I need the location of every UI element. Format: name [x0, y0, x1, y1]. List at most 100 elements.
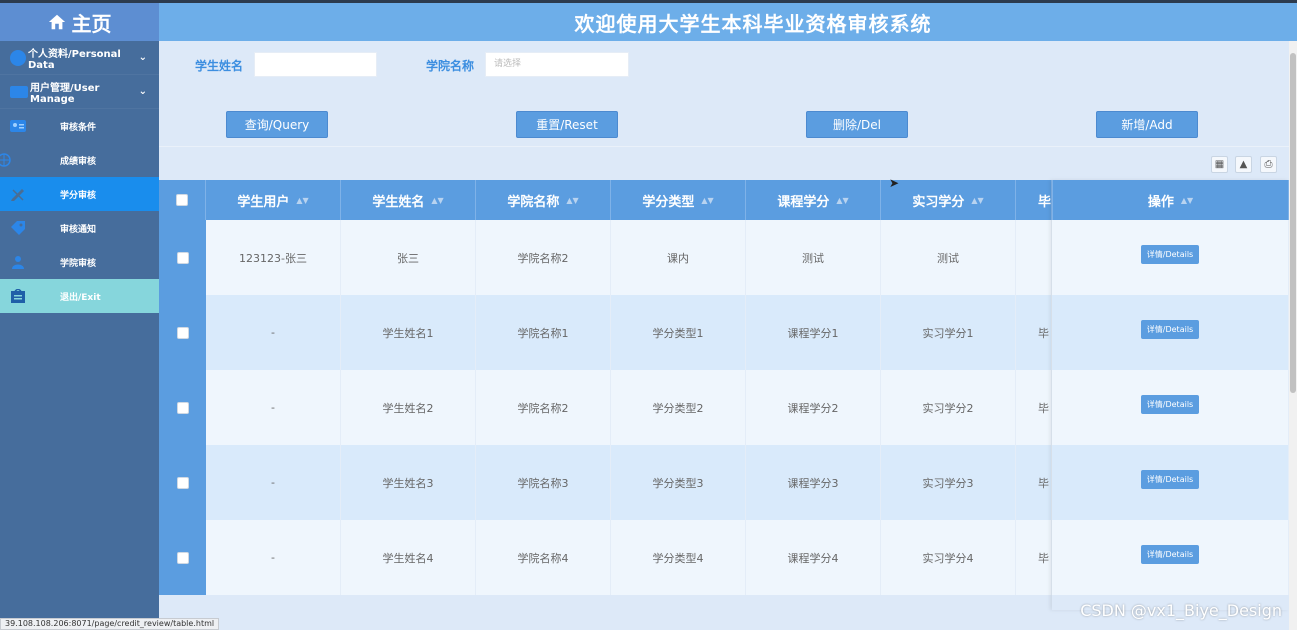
sidebar-item-grade-review[interactable]: 成绩审核: [0, 143, 159, 177]
table-row[interactable]: - 学生姓名3 学院名称3 学分类型3 课程学分3 实习学分3 毕 详情/Details: [159, 445, 1289, 520]
table-cell: 毕: [1016, 445, 1052, 520]
id-card-icon: [10, 120, 26, 132]
table-cell: 学院名称2: [476, 220, 611, 295]
page-title: 欢迎使用大学生本科毕业资格审核系统: [574, 11, 932, 36]
sidebar-group-personal-data[interactable]: 个人资料/Personal Data ⌄: [0, 41, 159, 75]
sidebar-menu: 个人资料/Personal Data ⌄ 用户管理/User Manage ⌄ …: [0, 41, 159, 313]
details-button[interactable]: 详情/Details: [1141, 395, 1199, 414]
table-cell: 课程学分3: [746, 445, 881, 520]
table-cell: -: [206, 370, 341, 445]
sidebar-item-college-review[interactable]: 学院审核: [0, 245, 159, 279]
row-select-cell: [159, 520, 206, 595]
row-select-cell: [159, 295, 206, 370]
column-header[interactable]: 学院名称 ▲▼: [476, 180, 611, 220]
page-scrollbar[interactable]: [1289, 41, 1297, 630]
table-row[interactable]: - 学生姓名2 学院名称2 学分类型2 课程学分2 实习学分2 毕 详情/Details: [159, 370, 1289, 445]
chevron-down-icon: ⌄: [138, 86, 147, 97]
details-button[interactable]: 详情/Details: [1141, 545, 1199, 564]
college-label: 学院名称: [426, 59, 475, 73]
table-cell: 毕: [1016, 520, 1052, 595]
add-button[interactable]: 新增/Add: [1096, 111, 1198, 138]
table-cell: 实习学分2: [881, 370, 1016, 445]
table-cell: 课内: [611, 220, 746, 295]
table-cell: -: [206, 520, 341, 595]
table-cell: 学生姓名4: [341, 520, 476, 595]
table-cell: 测试: [881, 220, 1016, 295]
table-cell: 课程学分4: [746, 520, 881, 595]
row-checkbox[interactable]: [176, 326, 189, 339]
table-cell: 学院名称4: [476, 520, 611, 595]
sidebar: 主页 个人资料/Personal Data ⌄ 用户管理/User Manage…: [0, 0, 159, 630]
print-icon[interactable]: ⎙: [1260, 156, 1277, 173]
select-all-checkbox[interactable]: [176, 194, 188, 206]
ops-cell: 详情/Details: [1052, 295, 1289, 370]
table-row[interactable]: 123123-张三 张三 学院名称2 课内 测试 测试 详情/Details: [159, 220, 1289, 295]
scrollbar-thumb[interactable]: [1290, 53, 1296, 393]
sidebar-item-exit[interactable]: 退出/Exit: [0, 279, 159, 313]
sort-icon: ▲▼: [836, 195, 849, 205]
export-icon[interactable]: ▲: [1235, 156, 1252, 173]
columns-icon[interactable]: ▦: [1211, 156, 1228, 173]
sort-icon: ▲▼: [431, 195, 444, 205]
mouse-cursor-icon: ➤: [889, 176, 900, 190]
browser-status-url: 39.108.108.206:8071/page/credit_review/t…: [0, 618, 220, 630]
table-cell: 学院名称1: [476, 295, 611, 370]
table-cell: 学分类型4: [611, 520, 746, 595]
row-checkbox[interactable]: [176, 401, 189, 414]
table-cell: 毕: [1016, 370, 1052, 445]
watermark: CSDN @vx1_Biye_Design: [1080, 601, 1282, 620]
table-row[interactable]: - 学生姓名1 学院名称1 学分类型1 课程学分1 实习学分1 毕 详情/Details: [159, 295, 1289, 370]
row-checkbox[interactable]: [176, 551, 189, 564]
table-cell: 学分类型3: [611, 445, 746, 520]
table-toolbar: ▦ ▲ ⎙: [159, 146, 1289, 180]
sidebar-item-review-conditions[interactable]: 审核条件: [0, 109, 159, 143]
table-cell: 学生姓名3: [341, 445, 476, 520]
sidebar-item-credit-review[interactable]: 学分审核: [0, 177, 159, 211]
column-header[interactable]: 学分类型 ▲▼: [611, 180, 746, 220]
globe-icon: [0, 153, 11, 167]
table-cell: 张三: [341, 220, 476, 295]
table-row[interactable]: - 学生姓名4 学院名称4 学分类型4 课程学分4 实习学分4 毕 详情/Details: [159, 520, 1289, 595]
home-link[interactable]: 主页: [0, 0, 159, 41]
row-checkbox[interactable]: [176, 251, 189, 264]
ops-cell: 详情/Details: [1052, 445, 1289, 520]
reset-button[interactable]: 重置/Reset: [516, 111, 618, 138]
column-header[interactable]: 学生姓名 ▲▼: [341, 180, 476, 220]
sidebar-item-label: 学院审核: [60, 258, 97, 269]
college-select[interactable]: 请选择: [485, 52, 629, 77]
column-header[interactable]: 课程学分 ▲▼: [746, 180, 881, 220]
sidebar-group-user-manage[interactable]: 用户管理/User Manage ⌄: [0, 75, 159, 109]
column-header-ops[interactable]: 操作 ▲▼: [1052, 180, 1289, 220]
table-cell: -: [206, 445, 341, 520]
table-header: 学生用户 ▲▼ 学生姓名 ▲▼ 学院名称 ▲▼ 学分类型 ▲▼ 课程学分 ▲▼ 实习学分 ▲…: [159, 180, 1289, 220]
column-header[interactable]: 实习学分 ▲▼: [881, 180, 1016, 220]
main-content: 学生姓名 学院名称 请选择 查询/Query 重置/Reset 删除/Del 新…: [159, 41, 1289, 630]
sidebar-item-review-notice[interactable]: 审核通知: [0, 211, 159, 245]
table-cell: [1016, 220, 1052, 295]
sort-icon: ▲▼: [971, 195, 984, 205]
sidebar-item-label: 退出/Exit: [60, 292, 101, 303]
delete-button[interactable]: 删除/Del: [806, 111, 908, 138]
details-button[interactable]: 详情/Details: [1141, 245, 1199, 264]
details-button[interactable]: 详情/Details: [1141, 320, 1199, 339]
table-cell: 实习学分3: [881, 445, 1016, 520]
row-select-cell: [159, 370, 206, 445]
people-icon: [12, 256, 24, 269]
student-name-input[interactable]: [254, 52, 377, 77]
query-button[interactable]: 查询/Query: [226, 111, 328, 138]
student-name-label: 学生姓名: [195, 59, 244, 73]
top-header: 欢迎使用大学生本科毕业资格审核系统: [159, 0, 1297, 41]
user-circle-icon: [10, 49, 26, 66]
ops-cell: 详情/Details: [1052, 520, 1289, 595]
row-checkbox[interactable]: [176, 476, 189, 489]
exit-icon: [11, 289, 25, 303]
select-all-cell: [159, 180, 206, 220]
column-header[interactable]: 学生用户 ▲▼: [206, 180, 341, 220]
sidebar-item-label: 审核通知: [60, 224, 97, 235]
sidebar-item-label: 审核条件: [60, 122, 97, 133]
table-cell: 123123-张三: [206, 220, 341, 295]
ops-cell: 详情/Details: [1052, 370, 1289, 445]
details-button[interactable]: 详情/Details: [1141, 470, 1199, 489]
column-header[interactable]: 毕业: [1016, 180, 1052, 220]
search-form: 学生姓名 学院名称 请选择: [159, 52, 1289, 78]
